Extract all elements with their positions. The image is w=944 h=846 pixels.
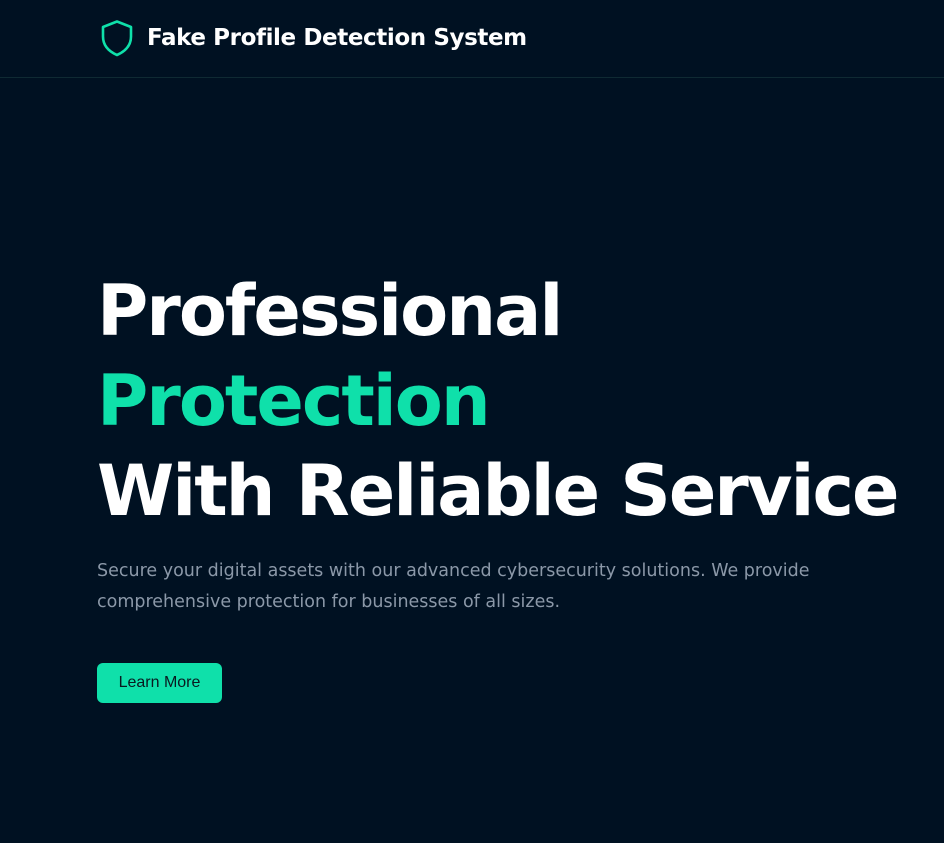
- shield-icon: [100, 19, 134, 57]
- hero-description: Secure your digital assets with our adva…: [97, 561, 810, 612]
- page: Fake Profile Detection System Profession…: [0, 0, 944, 843]
- navbar: Fake Profile Detection System: [0, 0, 944, 78]
- hero-heading-line-1: Professional: [97, 270, 563, 352]
- brand-title: Fake Profile Detection System: [147, 25, 527, 51]
- hero-heading: Professional Protection With Reliable Se…: [97, 266, 899, 536]
- hero-heading-line-3: With Reliable Service: [97, 450, 899, 532]
- learn-more-button[interactable]: Learn More: [97, 663, 222, 703]
- hero-section: Professional Protection With Reliable Se…: [97, 266, 899, 618]
- hero-heading-highlight: Protection: [97, 360, 491, 442]
- brand-link[interactable]: Fake Profile Detection System: [100, 19, 527, 57]
